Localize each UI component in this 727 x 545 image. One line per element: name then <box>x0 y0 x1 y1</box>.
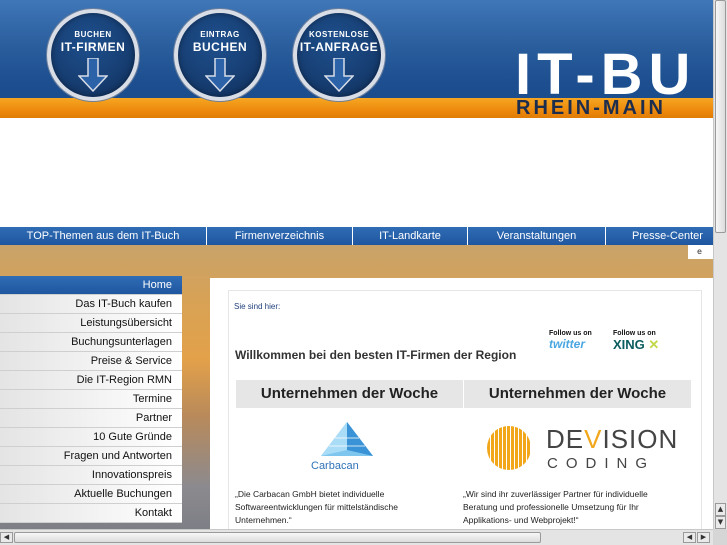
page-title: Willkommen bei den besten IT-Firmen der … <box>235 348 517 362</box>
nav-item-veranstaltungen[interactable]: Veranstaltungen <box>468 227 606 245</box>
horizontal-scroll-thumb[interactable] <box>14 532 541 543</box>
company-of-week-header-2: Unternehmen der Woche <box>464 380 691 408</box>
sidebar-item-it-region[interactable]: Die IT-Region RMN <box>0 371 182 390</box>
site-header: BUCHEN IT-FIRMEN EINTRAG BUCHEN KOSTENLO… <box>0 0 713 118</box>
devision-stripes-icon <box>487 426 531 470</box>
buchen-it-firmen-button[interactable]: BUCHEN IT-FIRMEN <box>47 9 139 101</box>
sidebar-item-home[interactable]: Home <box>0 276 182 295</box>
arrow-down-icon <box>324 58 354 92</box>
sidebar-item-gute-gruende[interactable]: 10 Gute Gründe <box>0 428 182 447</box>
nav-item-top-themen[interactable]: TOP-Themen aus dem IT-Buch <box>0 227 207 245</box>
kostenlose-it-anfrage-button[interactable]: KOSTENLOSE IT-ANFRAGE <box>293 9 385 101</box>
scroll-left-icon[interactable]: ◀ <box>683 532 696 543</box>
brand-title: IT-BU <box>515 42 697 107</box>
page-viewport: BUCHEN IT-FIRMEN EINTRAG BUCHEN KOSTENLO… <box>0 0 713 529</box>
devision-ision: ISION <box>602 424 679 454</box>
carbacan-logo[interactable]: Carbacan <box>305 420 385 480</box>
company-2-description: „Wir sind ihr zuverlässiger Partner für … <box>463 489 648 525</box>
scroll-right-icon[interactable]: ▶ <box>697 532 710 543</box>
corner-tab: e <box>688 245 713 259</box>
button-big-label: IT-FIRMEN <box>60 40 126 54</box>
nav-item-it-landkarte[interactable]: IT-Landkarte <box>353 227 468 245</box>
devision-v: V <box>584 424 603 454</box>
sidebar-item-buchungsunterlagen[interactable]: Buchungsunterlagen <box>0 333 182 352</box>
sidebar-menu: Home Das IT-Buch kaufen Leistungsübersic… <box>0 276 182 523</box>
devision-logo-text: DEVISION <box>546 424 678 455</box>
button-small-label: BUCHEN <box>74 30 112 39</box>
scroll-left-icon[interactable]: ◀ <box>0 532 13 543</box>
vertical-scrollbar[interactable]: ▲ ▼ <box>713 0 727 529</box>
twitter-follow-link[interactable]: Follow us on twitter <box>549 330 605 358</box>
button-small-label: KOSTENLOSE <box>308 30 370 39</box>
devision-de: DE <box>546 424 585 454</box>
scroll-up-icon[interactable]: ▲ <box>715 503 726 516</box>
sidebar-item-aktuelle-buchungen[interactable]: Aktuelle Buchungen <box>0 485 182 504</box>
scroll-down-icon[interactable]: ▼ <box>715 516 726 529</box>
company-1-description: „Die Carbacan GmbH bietet individuelle S… <box>235 489 398 525</box>
xing-follow-label: Follow us on <box>613 330 656 337</box>
button-big-label: IT-ANFRAGE <box>299 40 379 54</box>
scrollbar-corner <box>713 529 727 545</box>
sidebar-item-partner[interactable]: Partner <box>0 409 182 428</box>
brand-subtitle: RHEIN-MAIN <box>516 97 666 118</box>
sidebar-item-preise-service[interactable]: Preise & Service <box>0 352 182 371</box>
breadcrumb: Sie sind hier: <box>234 302 281 311</box>
xing-follow-link[interactable]: Follow us on XING ✕ <box>613 330 669 358</box>
button-small-label: EINTRAG <box>200 30 240 39</box>
carbacan-logo-text: Carbacan <box>311 460 359 472</box>
sidebar-item-buch-kaufen[interactable]: Das IT-Buch kaufen <box>0 295 182 314</box>
sidebar-item-termine[interactable]: Termine <box>0 390 182 409</box>
xing-logo: XING ✕ <box>613 337 669 352</box>
eintrag-buchen-button[interactable]: EINTRAG BUCHEN <box>174 9 266 101</box>
xing-x-icon: ✕ <box>644 337 660 352</box>
sidebar-item-kontakt[interactable]: Kontakt <box>0 504 182 523</box>
vertical-scroll-thumb[interactable] <box>715 0 726 233</box>
nav-item-firmenverzeichnis[interactable]: Firmenverzeichnis <box>207 227 353 245</box>
sidebar-item-fragen-antworten[interactable]: Fragen und Antworten <box>0 447 182 466</box>
company-of-week-header-1: Unternehmen der Woche <box>236 380 463 408</box>
horizontal-scrollbar[interactable]: ◀ ◀ ▶ <box>0 529 713 545</box>
devision-logo[interactable]: DEVISION CODING <box>487 424 677 476</box>
sidebar-item-leistungsuebersicht[interactable]: Leistungsübersicht <box>0 314 182 333</box>
nav-item-presse-center[interactable]: Presse-Center <box>606 227 713 245</box>
main-content: Sie sind hier: Willkommen bei den besten… <box>210 278 713 529</box>
devision-coding-text: CODING <box>547 455 655 472</box>
arrow-down-icon <box>78 58 108 92</box>
top-navigation: TOP-Themen aus dem IT-Buch Firmenverzeic… <box>0 227 713 245</box>
sidebar-item-innovationspreis[interactable]: Innovationspreis <box>0 466 182 485</box>
carbacan-pyramid-icon <box>321 422 373 456</box>
xing-logo-text: XING <box>613 337 645 352</box>
arrow-down-icon <box>205 58 235 92</box>
twitter-logo: twitter <box>549 337 585 351</box>
button-big-label: BUCHEN <box>192 40 248 54</box>
twitter-follow-label: Follow us on <box>549 330 592 337</box>
